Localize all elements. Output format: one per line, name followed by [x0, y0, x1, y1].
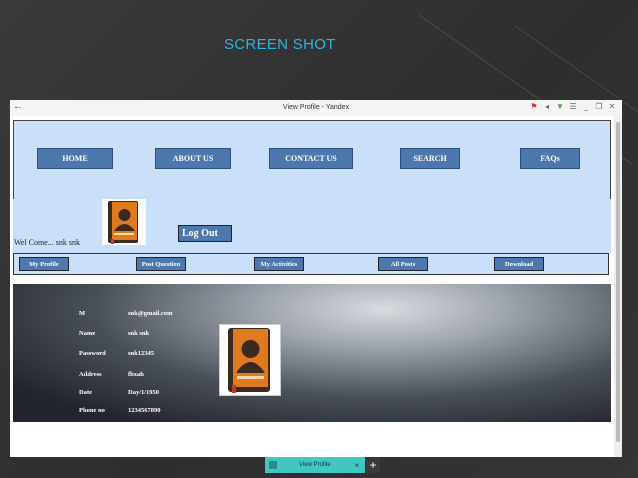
- nav-about-button[interactable]: ABOUT US: [155, 148, 231, 169]
- profile-label-password: Password: [79, 350, 106, 357]
- restore-icon[interactable]: ❐: [595, 102, 603, 112]
- close-icon[interactable]: ✕: [608, 102, 616, 112]
- subnav-all-posts[interactable]: All Posts: [378, 257, 428, 271]
- new-tab-button[interactable]: +: [366, 457, 380, 473]
- tab-close-icon[interactable]: ×: [355, 461, 360, 470]
- profile-value-password: snk12345: [128, 350, 155, 357]
- profile-label-address: Address: [79, 371, 102, 378]
- scrollbar-thumb[interactable]: [616, 122, 620, 442]
- profile-label-name: Name: [79, 330, 96, 337]
- minimize-icon[interactable]: _: [582, 102, 590, 112]
- profile-label-date: Date: [79, 389, 92, 396]
- browser-tab[interactable]: View Profile ×: [265, 457, 365, 473]
- menu-icon[interactable]: ☰: [569, 102, 577, 112]
- tab-label: View Profile: [299, 462, 331, 468]
- nav-contact-button[interactable]: CONTACT US: [269, 148, 353, 169]
- vertical-scrollbar[interactable]: [614, 116, 622, 457]
- nav-home-button[interactable]: HOME: [37, 148, 113, 169]
- profile-value-address: fhxah: [128, 371, 144, 378]
- logout-button[interactable]: Log Out: [178, 225, 232, 242]
- browser-window: ← View Profile - Yandex ⚑ ◂ ▼ ☰ _ ❐ ✕ HO…: [10, 100, 622, 457]
- title-bar: ← View Profile - Yandex ⚑ ◂ ▼ ☰ _ ❐ ✕: [10, 100, 622, 117]
- bookmark-icon[interactable]: ⚑: [530, 102, 538, 112]
- tab-favicon-icon: [269, 461, 277, 469]
- titlebar-icons: ⚑ ◂ ▼ ☰ _ ❐ ✕: [530, 102, 616, 112]
- profile-panel: M snk@gmail.com Name snk snk Password sn…: [13, 284, 611, 422]
- subnav-my-profile[interactable]: My Profile: [19, 257, 69, 271]
- profile-value-phone: 1234567890: [128, 407, 161, 414]
- welcome-area: Log Out Wel Come... snk snk: [13, 199, 611, 253]
- nav-faqs-button[interactable]: FAQs: [520, 148, 580, 169]
- subnav-download[interactable]: Download: [494, 257, 544, 271]
- download-icon[interactable]: ▼: [556, 102, 564, 112]
- subnav-my-activities[interactable]: My Activities: [254, 257, 304, 271]
- profile-label-email: M: [79, 310, 86, 317]
- profile-value-name: snk snk: [128, 330, 150, 337]
- sub-nav: My Profile Post Question My Activities A…: [13, 253, 609, 275]
- share-icon[interactable]: ◂: [543, 102, 551, 112]
- subnav-post-question[interactable]: Post Question: [136, 257, 186, 271]
- profile-label-phone: Phone no: [79, 407, 105, 414]
- welcome-text: Wel Come... snk snk: [14, 238, 81, 247]
- web-page: HOME ABOUT US CONTACT US SEARCH FAQs Log…: [10, 116, 614, 457]
- profile-value-date: Day/1/1950: [128, 389, 160, 396]
- profile-avatar-icon: [219, 324, 281, 396]
- avatar-icon: [102, 199, 146, 245]
- slide-title: SCREEN SHOT: [224, 36, 336, 53]
- profile-value-email: snk@gmail.com: [128, 310, 173, 317]
- main-nav: HOME ABOUT US CONTACT US SEARCH FAQs: [13, 120, 611, 200]
- nav-search-button[interactable]: SEARCH: [400, 148, 460, 169]
